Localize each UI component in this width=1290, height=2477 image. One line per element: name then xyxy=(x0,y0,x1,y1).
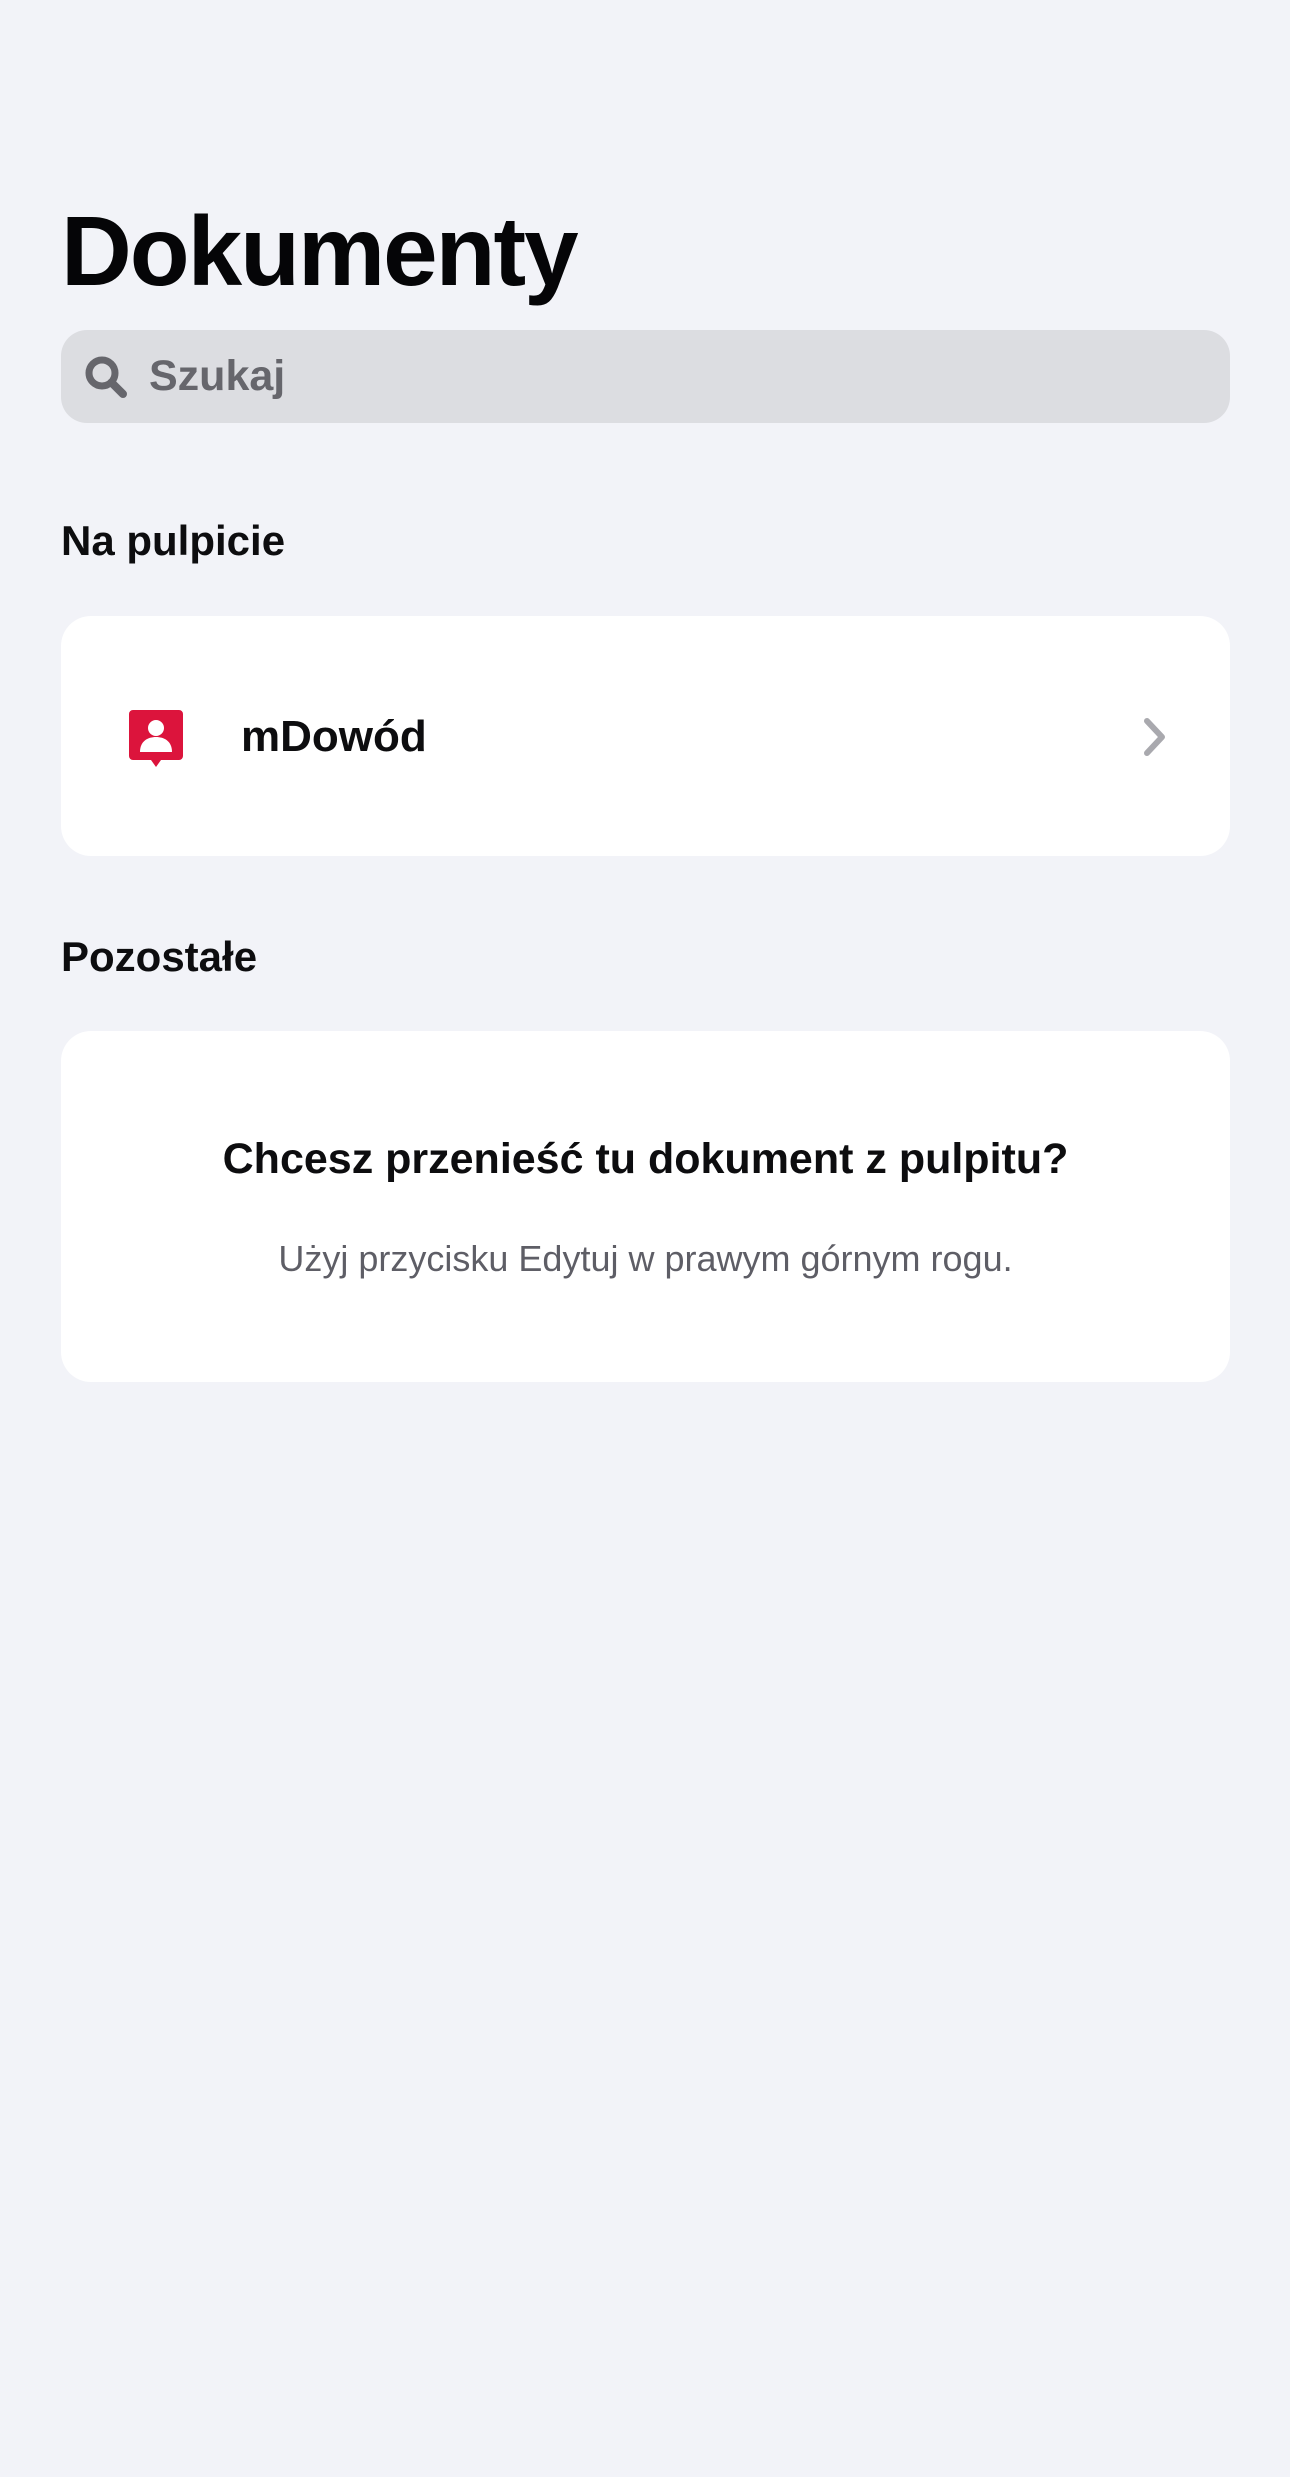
search-bar[interactable] xyxy=(61,330,1230,423)
empty-state-card: Chcesz przenieść tu dokument z pulpitu? … xyxy=(61,1031,1230,1382)
id-card-icon xyxy=(129,710,183,768)
empty-state-title: Chcesz przenieść tu dokument z pulpitu? xyxy=(222,1135,1069,1183)
document-label: mDowód xyxy=(241,712,427,761)
section-title-desktop: Na pulpicie xyxy=(61,517,286,564)
chevron-right-icon xyxy=(1141,716,1169,758)
document-item-mdowod[interactable]: mDowód xyxy=(61,616,1230,856)
search-icon xyxy=(83,354,129,400)
page-title: Dokumenty xyxy=(61,196,579,306)
section-title-other: Pozostałe xyxy=(61,933,258,980)
empty-state-subtitle: Użyj przycisku Edytuj w prawym górnym ro… xyxy=(278,1238,1013,1279)
search-input[interactable] xyxy=(149,352,1049,401)
